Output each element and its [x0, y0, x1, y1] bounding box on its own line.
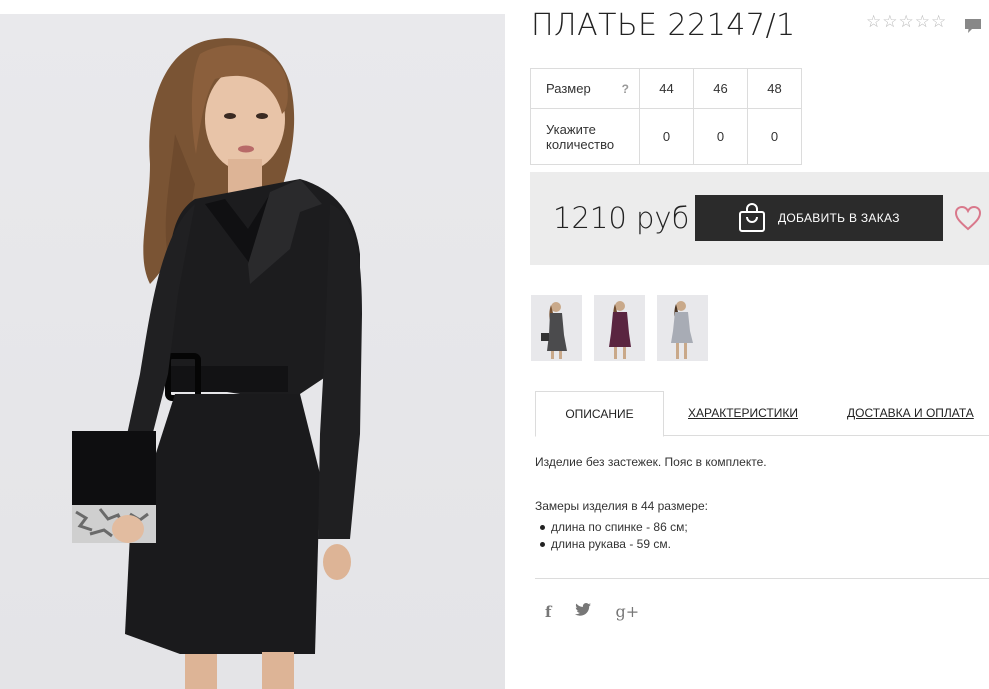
product-price: 1210 руб [553, 201, 690, 235]
description-text: Изделие без застежек. Пояс в комплекте. [535, 455, 767, 469]
comment-icon[interactable] [964, 18, 982, 34]
measurements-title: Замеры изделия в 44 размере: [535, 499, 708, 513]
rating-stars[interactable]: ☆ ☆ ☆ ☆ ☆ [866, 13, 946, 30]
tab-delivery-payment[interactable]: ДОСТАВКА И ОПЛАТА [847, 391, 974, 436]
thumbnail-black-dress[interactable] [531, 295, 582, 361]
add-to-order-button[interactable]: ДОБАВИТЬ В ЗАКАЗ [695, 195, 943, 241]
shopping-bag-icon [739, 203, 765, 232]
quantity-input[interactable]: 0 [693, 108, 748, 165]
list-item: длина рукава - 59 см. [535, 536, 708, 553]
photo-thumbnails [531, 295, 708, 361]
size-quantity-table: Размер ? 44 46 48 Укажите количество 0 0… [530, 68, 802, 165]
size-option: 48 [747, 68, 802, 109]
google-plus-icon[interactable]: g+ [615, 602, 639, 621]
product-tabs: ОПИСАНИЕ ХАРАКТЕРИСТИКИ ДОСТАВКА И ОПЛАТ… [535, 391, 989, 437]
heart-icon[interactable] [954, 205, 982, 231]
social-share: f g+ [545, 602, 639, 621]
quantity-input[interactable]: 0 [639, 108, 694, 165]
tab-characteristics[interactable]: ХАРАКТЕРИСТИКИ [688, 391, 798, 436]
quantity-input[interactable]: 0 [747, 108, 802, 165]
tab-description[interactable]: ОПИСАНИЕ [535, 391, 664, 437]
size-option: 44 [639, 68, 694, 109]
thumbnail-purple-dress[interactable] [594, 295, 645, 361]
star-icon[interactable]: ☆ [915, 13, 930, 30]
star-icon[interactable]: ☆ [882, 13, 897, 30]
measurements-list: длина по спинке - 86 см; длина рукава - … [535, 519, 708, 553]
facebook-icon[interactable]: f [545, 603, 551, 621]
star-icon[interactable]: ☆ [899, 13, 914, 30]
thumbnail-grey-dress[interactable] [657, 295, 708, 361]
divider [535, 578, 989, 579]
list-item: длина по спинке - 86 см; [535, 519, 708, 536]
measurements: Замеры изделия в 44 размере: длина по сп… [535, 499, 708, 553]
product-main-photo[interactable] [0, 14, 505, 689]
add-to-order-label: ДОБАВИТЬ В ЗАКАЗ [778, 211, 900, 225]
size-option: 46 [693, 68, 748, 109]
price-panel: 1210 руб ДОБАВИТЬ В ЗАКАЗ [530, 172, 989, 265]
quantity-label: Укажите количество [530, 108, 640, 165]
size-help-icon[interactable]: ? [622, 82, 629, 96]
star-icon[interactable]: ☆ [866, 13, 881, 30]
size-label: Размер [546, 81, 591, 96]
twitter-icon[interactable] [575, 603, 592, 620]
star-icon[interactable]: ☆ [931, 13, 946, 30]
product-title: ПЛАТЬЕ 22147/1 [531, 8, 796, 43]
